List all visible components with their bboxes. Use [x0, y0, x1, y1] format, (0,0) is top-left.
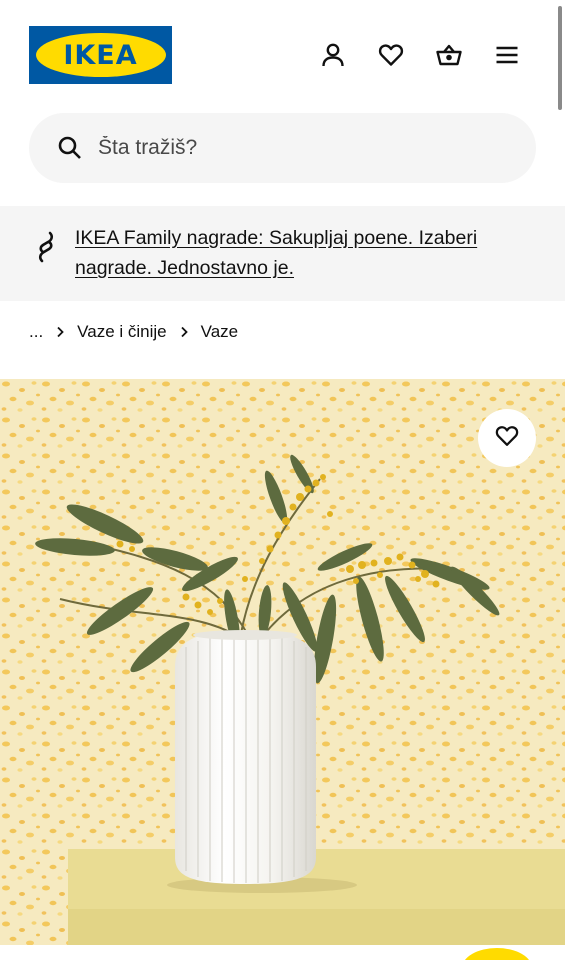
chevron-right-icon: [179, 326, 189, 338]
product-photo-vase: [0, 379, 565, 945]
search-bar[interactable]: [29, 113, 536, 183]
breadcrumb-item-vases[interactable]: Vaze: [201, 322, 239, 342]
profile-icon[interactable]: [316, 38, 350, 72]
heart-icon[interactable]: [374, 38, 408, 72]
ikea-family-icon: [33, 227, 59, 267]
product-image[interactable]: [0, 379, 565, 945]
favourite-heart-icon: [494, 423, 520, 454]
breadcrumb-item-vases-bowls[interactable]: Vaze i činije: [77, 322, 166, 342]
logo-text: IKEA: [63, 39, 138, 71]
chevron-right-icon: [55, 326, 65, 338]
page-scrollbar[interactable]: [558, 6, 562, 110]
hamburger-menu-icon[interactable]: [490, 38, 524, 72]
basket-icon[interactable]: [432, 38, 466, 72]
search-icon: [56, 134, 84, 162]
breadcrumb-item-more[interactable]: ...: [29, 322, 43, 342]
ikea-logo[interactable]: IKEA: [29, 26, 172, 84]
ikea-family-banner[interactable]: IKEA Family nagrade: Sakupljaj poene. Iz…: [0, 206, 565, 301]
site-header: IKEA: [0, 0, 565, 100]
logo-oval: IKEA: [35, 33, 166, 77]
favourite-button[interactable]: [478, 409, 536, 467]
search-input[interactable]: [98, 136, 478, 160]
breadcrumb: ... Vaze i činije Vaze: [29, 320, 238, 344]
ikea-family-link[interactable]: IKEA Family nagrade: Sakupljaj poene. Iz…: [75, 223, 535, 283]
